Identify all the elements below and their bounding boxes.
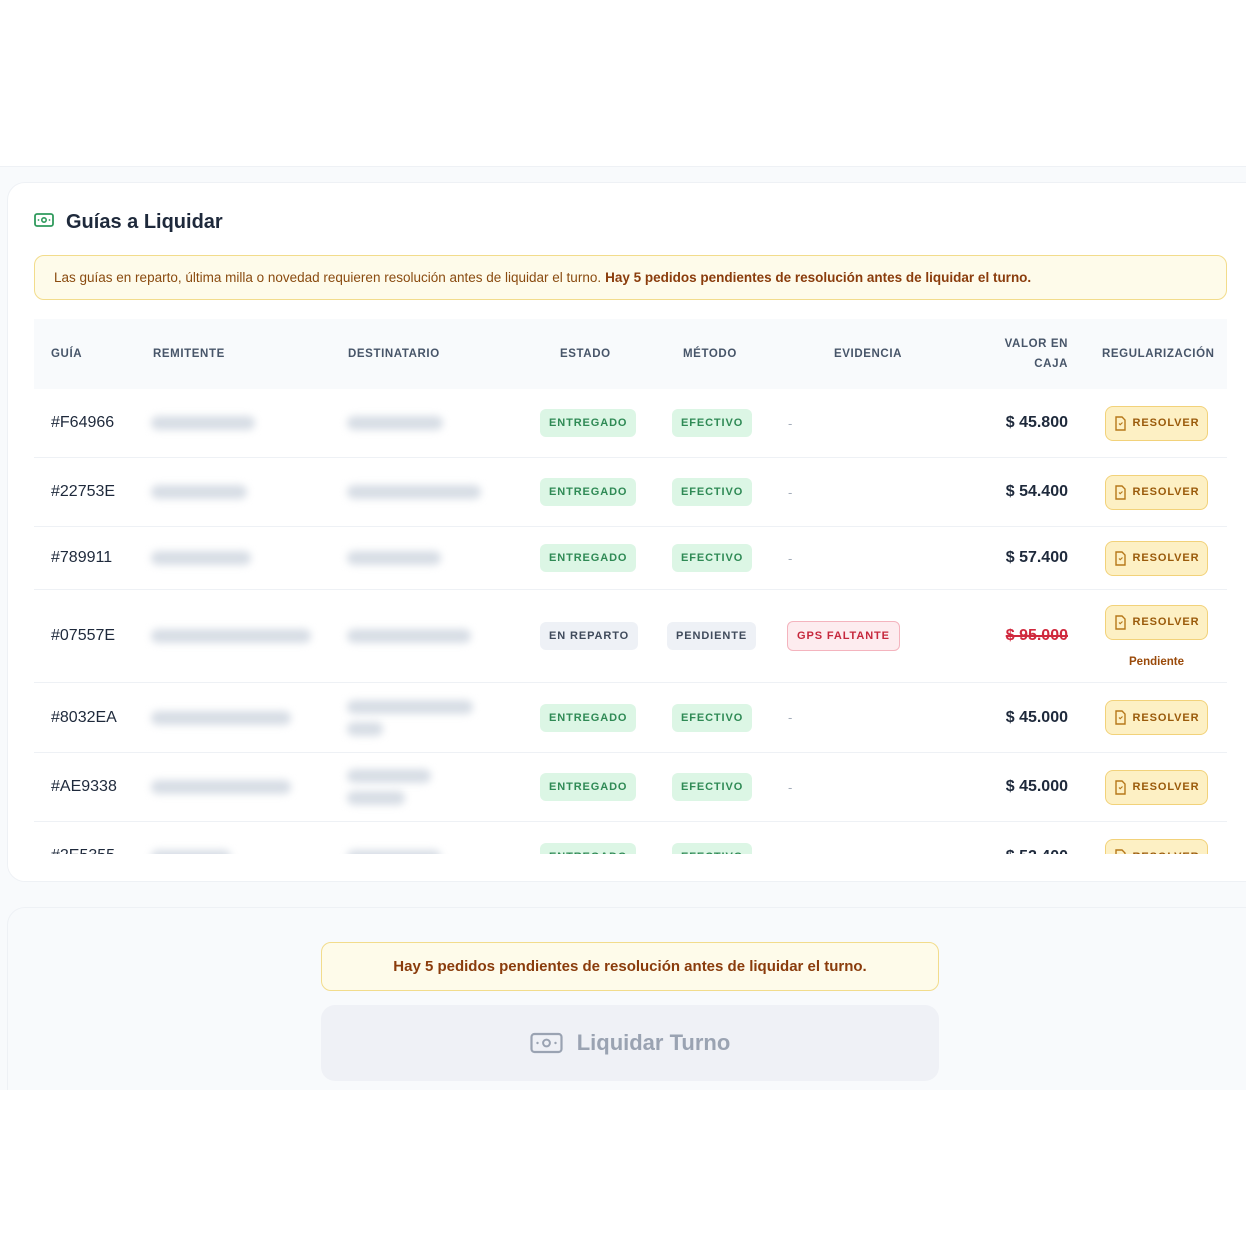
- guide-id[interactable]: #07557E: [51, 627, 115, 645]
- recipient-name-redacted: [347, 416, 443, 430]
- pending-alert: Las guías en reparto, última milla o nov…: [34, 255, 1227, 300]
- cash-value: $ 57.400: [1005, 549, 1068, 566]
- resolve-button[interactable]: RESOLVER: [1105, 540, 1208, 576]
- method-badge: EFECTIVO: [672, 703, 753, 732]
- sender-name-redacted: [151, 416, 255, 430]
- evidence-empty: -: [788, 484, 793, 500]
- guide-id[interactable]: #789911: [51, 549, 112, 567]
- header-metodo: MÉTODO: [683, 348, 737, 360]
- header-remitente: REMITENTE: [153, 348, 225, 360]
- guide-id[interactable]: #8032EA: [51, 709, 117, 727]
- table-row: #07557E EN REPARTO PENDIENTE GPS FALTANT…: [34, 590, 1227, 683]
- method-badge: EFECTIVO: [672, 544, 753, 572]
- recipient-name-redacted: [347, 629, 471, 643]
- pending-note: Pendiente: [1129, 655, 1184, 668]
- guides-table: GUÍA REMITENTE DESTINATARIO ESTADO MÉTOD…: [34, 319, 1227, 881]
- evidence-empty: -: [788, 779, 793, 795]
- guide-id[interactable]: #F64966: [51, 414, 114, 432]
- recipient-name-redacted: [347, 769, 431, 783]
- status-badge: ENTREGADO: [540, 773, 637, 801]
- evidence-badge: GPS FALTANTE: [787, 621, 900, 651]
- method-badge: EFECTIVO: [672, 409, 753, 437]
- cash-icon: [530, 1032, 563, 1054]
- cash-value: $ 45.000: [1005, 778, 1068, 795]
- recipient-name-redacted-2: [347, 791, 405, 805]
- document-icon: [1114, 779, 1126, 795]
- cash-value: $ 45.800: [1005, 414, 1068, 431]
- sender-name-redacted: [151, 629, 311, 643]
- resolve-label: RESOLVER: [1132, 417, 1200, 429]
- method-badge: EFECTIVO: [672, 478, 753, 506]
- document-icon: [1114, 710, 1126, 725]
- cash-value: $ 45.000: [1005, 708, 1068, 726]
- header-valor-line2: CAJA: [1034, 358, 1068, 370]
- resolve-label: RESOLVER: [1132, 781, 1200, 793]
- table-header: GUÍA REMITENTE DESTINATARIO ESTADO MÉTOD…: [34, 319, 1227, 389]
- resolve-button[interactable]: RESOLVER: [1105, 604, 1208, 640]
- evidence-empty: -: [788, 550, 793, 566]
- sender-name-redacted: [151, 551, 251, 565]
- card-header: Guías a Liquidar: [34, 211, 223, 234]
- method-badge: PENDIENTE: [667, 622, 757, 650]
- table-row: #789911 ENTREGADO EFECTIVO - $ 57.400 RE…: [34, 527, 1227, 590]
- guide-id[interactable]: #22753E: [51, 483, 115, 501]
- document-icon: [1114, 484, 1126, 500]
- sender-name-redacted: [151, 780, 291, 794]
- resolve-button[interactable]: RESOLVER: [1105, 700, 1208, 735]
- method-badge: EFECTIVO: [672, 773, 753, 801]
- cash-value: $ 95.000: [1005, 627, 1068, 644]
- header-valor-line1: VALOR EN: [1004, 338, 1068, 350]
- sender-name-redacted: [151, 710, 291, 725]
- header-evidencia: EVIDENCIA: [834, 348, 903, 360]
- header-guia: GUÍA: [51, 348, 83, 360]
- table-row: #AE9338 ENTREGADO EFECTIVO - $ 45.000 RE…: [34, 753, 1227, 822]
- recipient-name-redacted: [347, 551, 441, 565]
- document-icon: [1114, 550, 1126, 566]
- alert-strong-text: Hay 5 pedidos pendientes de resolución a…: [605, 270, 1032, 285]
- document-icon: [1114, 614, 1126, 630]
- status-badge: ENTREGADO: [540, 544, 637, 572]
- card-title: Guías a Liquidar: [66, 211, 223, 233]
- resolve-button[interactable]: RESOLVER: [1105, 474, 1208, 510]
- header-valor: VALOR EN CAJA: [996, 319, 1068, 389]
- alert-text: Las guías en reparto, última milla o nov…: [54, 270, 602, 285]
- table-row: #F64966 ENTREGADO EFECTIVO - $ 45.800 RE…: [34, 389, 1227, 458]
- resolve-button[interactable]: RESOLVER: [1105, 405, 1208, 441]
- resolve-label: RESOLVER: [1132, 552, 1200, 564]
- document-icon: [1114, 415, 1126, 431]
- table-row: #8032EA ENTREGADO EFECTIVO - $ 45.000 RE…: [34, 683, 1227, 753]
- header-estado: ESTADO: [560, 348, 611, 360]
- page-bottom: [0, 1090, 1246, 1246]
- table-body: #F64966 ENTREGADO EFECTIVO - $ 45.800 RE…: [34, 389, 1227, 881]
- status-badge: EN REPARTO: [540, 622, 639, 650]
- header-destinatario: DESTINATARIO: [348, 348, 440, 360]
- table-row: #22753E ENTREGADO EFECTIVO - $ 54.400 RE…: [34, 458, 1227, 527]
- cash-value: $ 54.400: [1005, 483, 1068, 500]
- footer-alert: Hay 5 pedidos pendientes de resolución a…: [321, 942, 939, 991]
- status-badge: ENTREGADO: [540, 703, 637, 732]
- resolve-label: RESOLVER: [1132, 486, 1200, 498]
- sender-name-redacted: [151, 485, 247, 499]
- liquidar-turno-label: Liquidar Turno: [576, 1030, 731, 1055]
- resolve-label: RESOLVER: [1132, 711, 1200, 724]
- status-badge: ENTREGADO: [540, 409, 637, 437]
- evidence-empty: -: [788, 710, 793, 725]
- cash-icon: [34, 213, 54, 232]
- scroll-cutoff: [8, 854, 1246, 881]
- recipient-name-redacted-2: [347, 721, 383, 736]
- recipient-name-redacted: [347, 699, 473, 714]
- status-badge: ENTREGADO: [540, 478, 637, 506]
- liquidar-turno-button[interactable]: Liquidar Turno: [321, 1005, 939, 1081]
- guides-card: Guías a Liquidar Las guías en reparto, ú…: [7, 182, 1246, 882]
- recipient-name-redacted: [347, 485, 481, 499]
- evidence-empty: -: [788, 415, 793, 431]
- resolve-label: RESOLVER: [1132, 616, 1200, 628]
- resolve-button[interactable]: RESOLVER: [1105, 769, 1208, 805]
- header-regularizacion: REGULARIZACIÓN: [1102, 348, 1215, 360]
- guide-id[interactable]: #AE9338: [51, 778, 117, 796]
